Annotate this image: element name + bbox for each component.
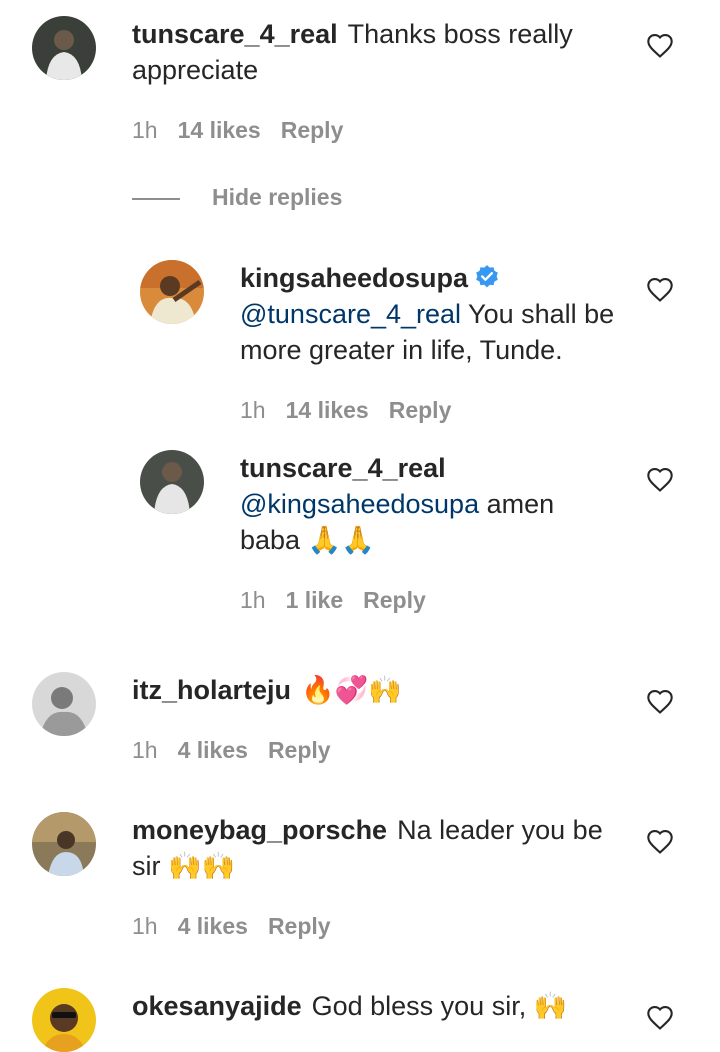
comment-meta: 1h 4 likes Reply	[132, 735, 351, 765]
comment-text: moneybag_porsche Na leader you be sir 🙌🙌	[132, 812, 612, 884]
timestamp: 1h	[240, 587, 266, 613]
comment-body: God bless you sir, 🙌	[311, 991, 568, 1021]
comment-meta: 1h 4 likes Reply	[132, 911, 351, 941]
comment-meta: 1h 1 like Reply	[240, 585, 446, 615]
heart-icon[interactable]	[646, 466, 674, 494]
avatar[interactable]	[32, 672, 96, 736]
username[interactable]: okesanyajide	[132, 991, 302, 1021]
divider-line	[132, 197, 180, 200]
likes-count[interactable]: 4 likes	[178, 737, 248, 763]
reply-button[interactable]: Reply	[268, 737, 331, 763]
timestamp: 1h	[240, 397, 266, 423]
timestamp: 1h	[132, 117, 158, 143]
verified-badge-icon	[474, 263, 500, 289]
reply-button[interactable]: Reply	[281, 117, 344, 143]
avatar[interactable]	[140, 260, 204, 324]
heart-icon[interactable]	[646, 276, 674, 304]
likes-count[interactable]: 14 likes	[178, 117, 261, 143]
heart-icon[interactable]	[646, 32, 674, 60]
avatar[interactable]	[32, 16, 96, 80]
mention-link[interactable]: @tunscare_4_real	[240, 299, 461, 329]
comment-text: itz_holarteju 🔥💞🙌	[132, 672, 612, 708]
likes-count[interactable]: 14 likes	[286, 397, 369, 423]
username[interactable]: tunscare_4_real	[132, 19, 338, 49]
comment-text: kingsaheedosupa @tunscare_4_real You sha…	[240, 260, 620, 368]
username[interactable]: tunscare_4_real	[240, 453, 446, 483]
heart-icon[interactable]	[646, 688, 674, 716]
heart-icon[interactable]	[646, 1004, 674, 1032]
reply-button[interactable]: Reply	[363, 587, 426, 613]
mention-link[interactable]: @kingsaheedosupa	[240, 489, 479, 519]
hide-replies-button[interactable]: Hide replies	[132, 181, 342, 213]
comment-meta: 1h 14 likes Reply	[240, 395, 471, 425]
heart-icon[interactable]	[646, 828, 674, 856]
timestamp: 1h	[132, 737, 158, 763]
reply-button[interactable]: Reply	[389, 397, 452, 423]
username[interactable]: kingsaheedosupa	[240, 263, 468, 293]
comment-meta: 1h 14 likes Reply	[132, 115, 363, 145]
avatar[interactable]	[140, 450, 204, 514]
comment-body: 🔥💞🙌	[301, 675, 402, 705]
comment-text: tunscare_4_real @kingsaheedosupa amen ba…	[240, 450, 620, 558]
avatar[interactable]	[32, 988, 96, 1052]
timestamp: 1h	[132, 913, 158, 939]
likes-count[interactable]: 4 likes	[178, 913, 248, 939]
hide-replies-label: Hide replies	[212, 184, 343, 210]
username[interactable]: itz_holarteju	[132, 675, 291, 705]
username[interactable]: moneybag_porsche	[132, 815, 387, 845]
avatar[interactable]	[32, 812, 96, 876]
comment-text: tunscare_4_real Thanks boss really apprec…	[132, 16, 612, 88]
reply-button[interactable]: Reply	[268, 913, 331, 939]
comment-text: okesanyajide God bless you sir, 🙌	[132, 988, 612, 1024]
likes-count[interactable]: 1 like	[286, 587, 344, 613]
